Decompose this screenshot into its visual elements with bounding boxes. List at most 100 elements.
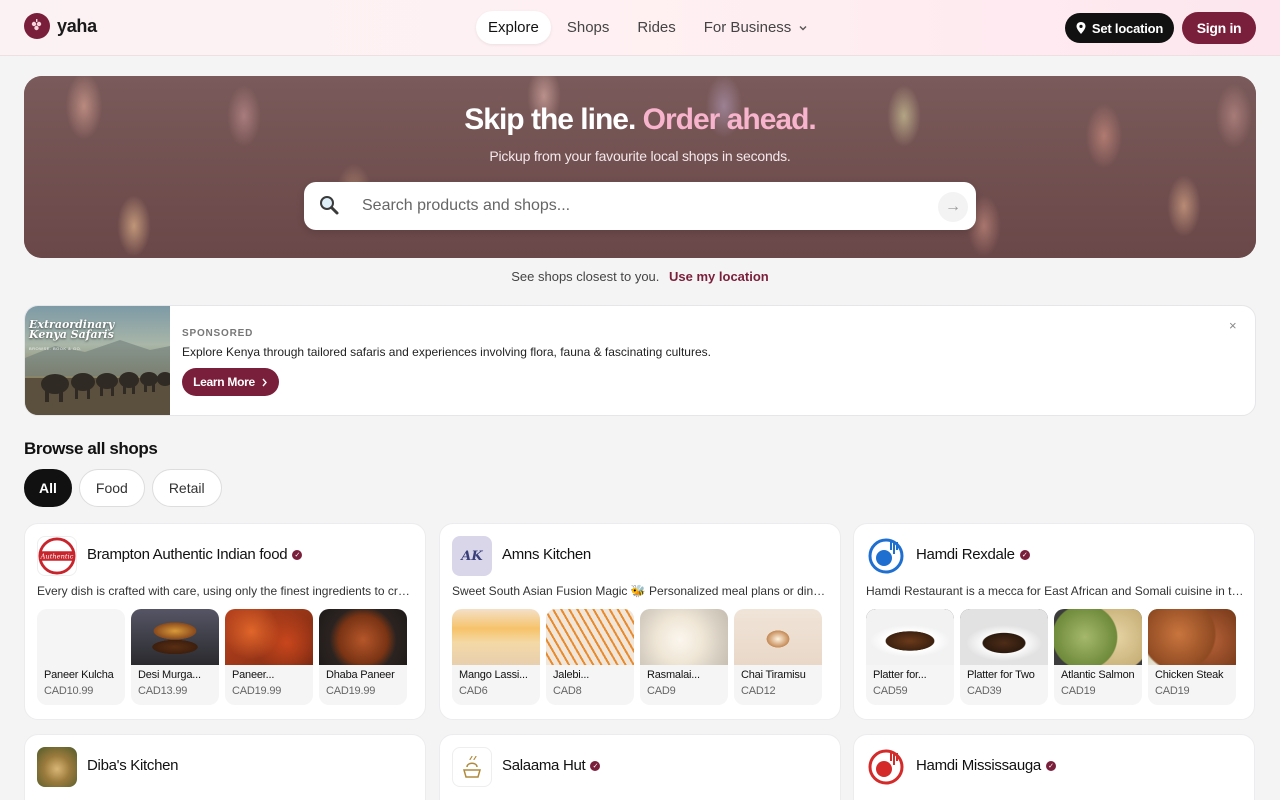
nav-rides-label: Rides [637,19,676,36]
arrow-right-icon[interactable]: → [938,192,968,222]
product-item[interactable]: Rasmalai... CAD9 [640,609,728,705]
shop-card[interactable]: Diba's Kitchen [24,734,426,800]
safari-ad-image[interactable]: Extraordinary Kenya Safaris BROWSE. BOOK… [25,306,170,415]
nav-rides[interactable]: Rides [625,11,687,44]
shop-name: Hamdi Mississauga ✓ [916,757,1056,774]
chevron-right-icon [262,378,267,386]
verified-badge-icon: ✓ [590,760,601,771]
shop-card[interactable]: Hamdi Mississauga ✓ [853,734,1255,800]
product-image [640,609,728,665]
product-item[interactable]: Desi Murga... CAD13.99 [131,609,219,705]
product-name: Mango Lassi... [459,669,528,681]
product-list: Paneer Kulcha CAD10.99 Desi Murga... CAD… [37,609,407,705]
location-prompt-text: See shops closest to you. [511,269,660,284]
hero-subtitle: Pickup from your favourite local shops i… [489,148,791,164]
hamdi-mississauga-logo [866,747,906,787]
product-item[interactable]: Chicken Steak CAD19 [1148,609,1236,705]
product-item[interactable]: Dhaba Paneer CAD19.99 [319,609,407,705]
learn-more-button[interactable]: Learn More [182,368,279,396]
product-item[interactable]: Paneer Kulcha CAD10.99 [37,609,125,705]
product-image [225,609,313,665]
product-name: Atlantic Salmon [1061,669,1135,681]
product-item[interactable]: Paneer... CAD19.99 [225,609,313,705]
search-input[interactable] [362,182,922,230]
product-image [866,609,954,665]
amns-logo-text: AK [461,548,483,564]
product-image [1054,609,1142,665]
nav-explore[interactable]: Explore [476,11,551,44]
product-name: Paneer... [232,669,275,681]
product-price: CAD6 [459,685,488,697]
sign-in-button[interactable]: Sign in [1182,12,1256,44]
shop-name-text: Hamdi Mississauga [916,757,1041,774]
shop-name-text: Amns Kitchen [502,546,591,563]
salaama-hut-logo [452,747,492,787]
product-image [960,609,1048,665]
shop-name: Hamdi Rexdale ✓ [916,546,1030,563]
shop-name-text: Salaama Hut [502,757,586,774]
hero-title-main: Skip the line. [464,103,636,136]
shop-card[interactable]: Salaama Hut ✓ [439,734,841,800]
set-location-button[interactable]: Set location [1065,13,1174,43]
verified-badge-icon: ✓ [1019,549,1030,560]
sponsored-text: Explore Kenya through tailored safaris a… [182,345,711,359]
svg-text:Authentic: Authentic [40,552,74,560]
product-image [734,609,822,665]
filter-food[interactable]: Food [78,469,145,507]
nav-explore-label: Explore [488,19,539,36]
magnifier-icon [320,196,339,215]
shop-card[interactable]: Hamdi Rexdale ✓ Hamdi Restaurant is a me… [853,523,1255,720]
close-icon[interactable]: × [1229,318,1237,333]
chevron-down-icon [799,26,807,31]
product-price: CAD9 [647,685,676,697]
product-price: CAD10.99 [44,685,94,697]
product-name: Chai Tiramisu [741,669,806,681]
shop-filters: All Food Retail [24,469,222,507]
product-image [37,609,125,665]
product-name: Rasmalai... [647,669,700,681]
product-price: CAD13.99 [138,685,188,697]
product-price: CAD8 [553,685,582,697]
shop-name: Brampton Authentic Indian food ✓ [87,546,303,563]
amns-kitchen-logo: AK [452,536,492,576]
product-price: CAD19.99 [326,685,376,697]
learn-more-label: Learn More [193,375,255,389]
product-image [131,609,219,665]
shop-card[interactable]: AK Amns Kitchen Sweet South Asian Fusion… [439,523,841,720]
product-name: Paneer Kulcha [44,669,114,681]
main-nav: Explore Shops Rides For Business [476,11,820,44]
location-prompt: See shops closest to you. Use my locatio… [0,269,1280,284]
brand-logo[interactable]: yaha [24,13,97,39]
ad-image-title: Extraordinary Kenya Safaris [29,318,115,341]
hero-title: Skip the line. Order ahead. [24,103,1256,137]
nav-for-business-label: For Business [703,19,792,36]
shop-card[interactable]: Authentic Brampton Authentic Indian food… [24,523,426,720]
sponsored-banner: Extraordinary Kenya Safaris BROWSE. BOOK… [24,305,1256,416]
product-item[interactable]: Mango Lassi... CAD6 [452,609,540,705]
product-name: Jalebi... [553,669,590,681]
top-header: yaha Explore Shops Rides For Business Se… [0,0,1280,56]
brand-name: yaha [57,15,97,36]
shop-name-text: Brampton Authentic Indian food [87,546,288,563]
dibas-kitchen-logo [37,747,77,787]
set-location-label: Set location [1091,20,1164,36]
sponsored-tag: SPONSORED [182,328,254,339]
hero-banner: Skip the line. Order ahead. Pickup from … [24,76,1256,258]
product-name: Desi Murga... [138,669,201,681]
product-item[interactable]: Platter for... CAD59 [866,609,954,705]
use-my-location-link[interactable]: Use my location [669,269,769,284]
nav-shops[interactable]: Shops [555,11,622,44]
product-price: CAD12 [741,685,776,697]
product-item[interactable]: Jalebi... CAD8 [546,609,634,705]
filter-all[interactable]: All [24,469,72,507]
filter-retail[interactable]: Retail [151,469,222,507]
ad-image-caption: BROWSE. BOOK & GO. [29,346,82,351]
product-name: Dhaba Paneer [326,669,395,681]
grape-logo-icon [24,13,50,39]
product-item[interactable]: Chai Tiramisu CAD12 [734,609,822,705]
product-item[interactable]: Atlantic Salmon CAD19 [1054,609,1142,705]
product-list: Mango Lassi... CAD6 Jalebi... CAD8 Rasma… [452,609,822,705]
nav-for-business[interactable]: For Business [692,11,821,44]
browse-shops-heading: Browse all shops [24,439,158,458]
product-item[interactable]: Platter for Two CAD39 [960,609,1048,705]
